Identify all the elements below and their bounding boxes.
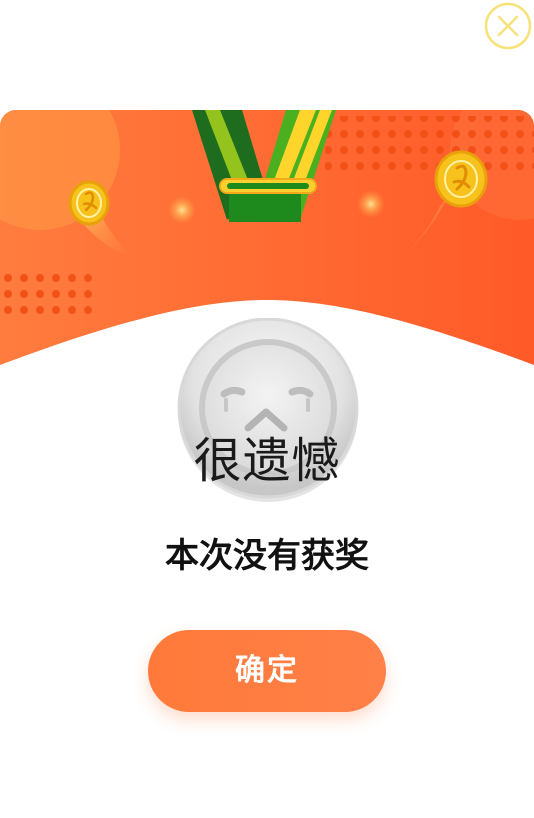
confirm-button[interactable]: 确定 [148, 630, 386, 712]
close-button[interactable] [484, 2, 532, 50]
dot-pattern-right [325, 116, 534, 170]
result-title: 很遗憾 [193, 433, 341, 489]
dot-pattern-left [0, 270, 96, 318]
gold-coin-icon [434, 150, 488, 208]
gold-coin-icon [68, 180, 110, 226]
close-icon [484, 2, 532, 50]
lottery-result-dialog: 很遗憾 本次没有获奖 确定 [0, 0, 534, 818]
result-message: 本次没有获奖 [165, 536, 369, 576]
